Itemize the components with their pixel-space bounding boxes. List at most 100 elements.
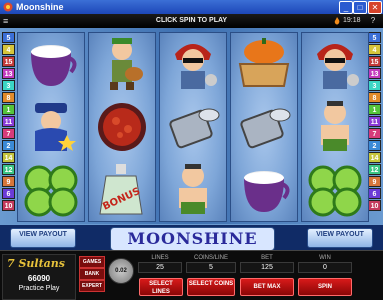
payline-marker[interactable]: 14 [368,152,381,163]
payline-marker[interactable]: 3 [2,80,15,91]
payline-marker[interactable]: 8 [2,92,15,103]
payline-marker[interactable]: 12 [2,164,15,175]
payline-marker[interactable]: 6 [368,188,381,199]
reel-cell [18,159,84,221]
payline-marker[interactable]: 11 [368,116,381,127]
reel-cell [89,96,155,158]
moonshine-cup-icon [31,45,77,86]
payline-marker[interactable]: 9 [2,176,15,187]
payline-marker[interactable]: 13 [368,68,381,79]
payline-marker[interactable]: 13 [2,68,15,79]
payline-markers-left: 5 4 15 13 3 8 1 11 7 2 14 12 9 6 10 [2,32,15,212]
reel-cell: BONUS [89,159,155,221]
spin-button[interactable]: SPIN [298,278,352,296]
coins-per-line-meter: COINS/LINE 5 [186,255,236,275]
red-hair-hillbilly-icon [317,44,359,89]
bet-label: BET [261,255,273,261]
payline-marker[interactable]: 7 [368,128,381,139]
payline-marker[interactable]: 9 [368,176,381,187]
view-payout-left-button[interactable]: VIEW PAYOUT [10,228,76,248]
reel-2: BONUS [88,32,156,222]
bet-value: 125 [240,262,294,273]
payline-marker[interactable]: 2 [368,140,381,151]
payline-marker[interactable]: 4 [368,44,381,55]
payline-marker[interactable]: 10 [368,200,381,211]
payline-marker[interactable]: 6 [2,188,15,199]
clock: 19:18 [343,17,361,24]
game-logo: MOONSHINE [110,227,275,251]
win-label: WIN [319,255,331,261]
reel-cell [89,33,155,95]
select-lines-button[interactable]: SELECT LINES [139,278,183,296]
payline-marker[interactable]: 5 [2,32,15,43]
slot-game-window: Moonshine _ □ ✕ ≡ CLICK SPIN TO PLAY 19:… [0,0,383,300]
cucumber-slices-icon [24,165,78,217]
maximize-button[interactable]: □ [353,1,367,14]
window-title: Moonshine [16,2,64,12]
expert-button[interactable]: EXPERT [79,280,105,292]
play-mode: Practice Play [18,285,60,292]
hillbilly-guitar-icon [110,38,143,90]
pumpkin-pie-icon [238,38,290,87]
reel-cell [302,33,368,95]
sheriff-icon [35,103,76,151]
lines-meter: LINES 25 [138,255,182,275]
reel-3 [159,32,227,222]
bet-max-button[interactable]: BET MAX [240,278,294,296]
payline-markers-right: 5 4 15 13 3 8 1 11 7 2 14 12 9 6 10 [368,32,381,212]
bonus-jug-icon: BONUS [99,164,143,215]
win-value: 0 [298,262,352,273]
payline-marker[interactable]: 4 [2,44,15,55]
grumpy-hillbilly-icon [321,101,349,151]
control-console: 7 Sultans 66090 Practice Play GAMES BANK… [0,250,383,300]
credits-balance: 66090 [27,274,51,283]
payline-marker[interactable]: 1 [2,104,15,115]
close-button[interactable]: ✕ [368,1,382,14]
payline-marker[interactable]: 2 [2,140,15,151]
win-meter: WIN 0 [298,255,352,275]
bank-button[interactable]: BANK [79,268,105,280]
payline-marker[interactable]: 1 [368,104,381,115]
payline-marker[interactable]: 15 [2,56,15,67]
casino-logo: 7 Sultans [7,257,66,270]
payline-marker[interactable]: 8 [368,92,381,103]
payline-marker[interactable]: 3 [368,80,381,91]
payline-marker[interactable]: 11 [2,116,15,127]
payline-marker[interactable]: 5 [368,32,381,43]
sardine-can-icon [240,108,291,149]
reel-5 [301,32,369,222]
coins-per-line-value: 5 [186,262,236,273]
status-message: CLICK SPIN TO PLAY [155,17,228,24]
coin-size-selector[interactable]: 0.02 [108,258,134,284]
reel-cell [160,96,226,158]
select-coins-button[interactable]: SELECT COINS [187,278,235,296]
red-hair-hillbilly-icon [175,44,217,89]
tomato-bowl-icon [98,103,146,151]
view-payout-right-button[interactable]: VIEW PAYOUT [307,228,373,248]
lines-label: LINES [151,255,169,261]
window-title-bar: Moonshine _ □ ✕ [0,0,383,15]
reels-area: 5 4 15 13 3 8 1 11 7 2 14 12 9 6 10 5 4 15 13 3 8 1 11 7 2 14 12 9… [0,28,383,224]
reel-cell [18,33,84,95]
minimize-button[interactable]: _ [339,1,353,14]
coins-per-line-label: COINS/LINE [193,255,228,261]
reel-1 [17,32,85,222]
reel-cell [231,96,297,158]
payline-marker[interactable]: 10 [2,200,15,211]
games-button[interactable]: GAMES [79,256,105,268]
sardine-can-icon [169,108,220,149]
reel-4 [230,32,298,222]
payline-marker[interactable]: 15 [368,56,381,67]
payline-marker[interactable]: 12 [368,164,381,175]
payline-marker[interactable]: 14 [2,152,15,163]
payline-marker[interactable]: 7 [2,128,15,139]
grumpy-hillbilly-icon [179,164,207,214]
reel-cell [160,33,226,95]
lines-value: 25 [138,262,182,273]
reel-cell [302,159,368,221]
reel-cell [231,159,297,221]
logo-strip: VIEW PAYOUT MOONSHINE VIEW PAYOUT [0,224,383,251]
help-button[interactable]: ? [367,16,379,26]
bet-meter: BET 125 [240,255,294,275]
moonshine-cup-icon [244,171,290,212]
